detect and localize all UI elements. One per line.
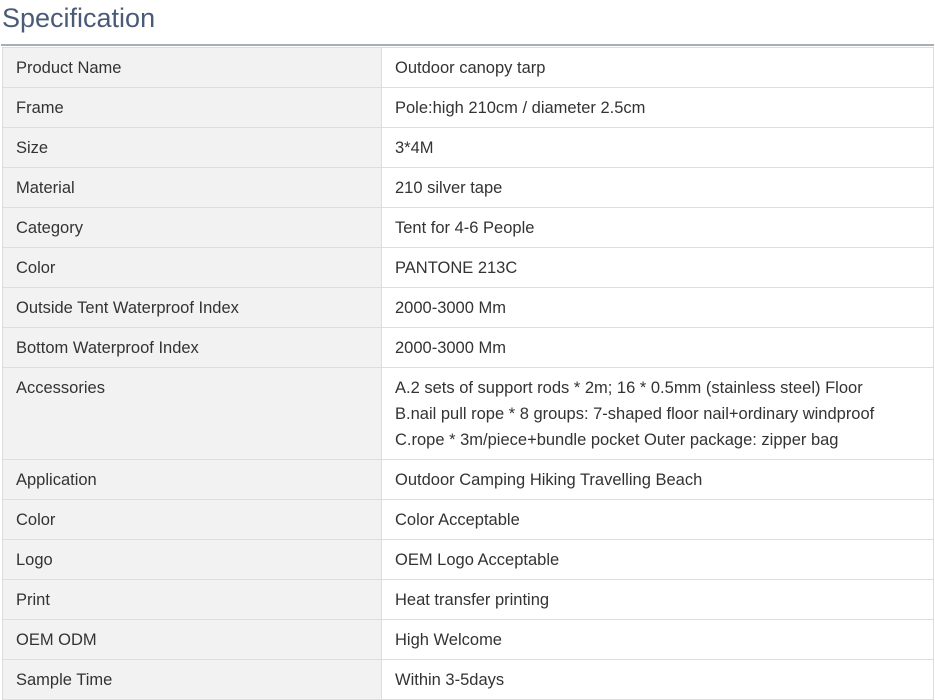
row-value: PANTONE 213C: [381, 247, 934, 288]
row-value: 210 silver tape: [381, 167, 934, 208]
table-row: OEM ODM High Welcome: [2, 619, 934, 660]
row-label: OEM ODM: [2, 619, 382, 660]
row-value: 2000-3000 Mm: [381, 287, 934, 328]
row-value: Tent for 4-6 People: [381, 207, 934, 248]
row-label: Accessories: [2, 367, 382, 460]
value-line: A.2 sets of support rods * 2m; 16 * 0.5m…: [395, 379, 863, 397]
table-row: Product Name Outdoor canopy tarp: [2, 47, 934, 88]
row-value: A.2 sets of support rods * 2m; 16 * 0.5m…: [381, 367, 934, 460]
table-row: Frame Pole:high 210cm / diameter 2.5cm: [2, 87, 934, 128]
table-row: Sample Time Within 3-5days: [2, 659, 934, 700]
row-value: Heat transfer printing: [381, 579, 934, 620]
value-line: B.nail pull rope * 8 groups: 7-shaped fl…: [395, 405, 875, 423]
table-row: Bottom Waterproof Index 2000-3000 Mm: [2, 327, 934, 368]
row-value: 2000-3000 Mm: [381, 327, 934, 368]
title-divider: [1, 44, 934, 46]
row-label: Product Name: [2, 47, 382, 88]
row-label: Sample Time: [2, 659, 382, 700]
row-value: Within 3-5days: [381, 659, 934, 700]
row-label: Outside Tent Waterproof Index: [2, 287, 382, 328]
page-title: Specification: [2, 3, 156, 33]
specification-table: Product Name Outdoor canopy tarp Frame P…: [2, 47, 934, 700]
row-label: Category: [2, 207, 382, 248]
row-value: Outdoor Camping Hiking Travelling Beach: [381, 459, 934, 500]
row-label: Color: [2, 247, 382, 288]
row-label: Material: [2, 167, 382, 208]
row-value: 3*4M: [381, 127, 934, 168]
specification-page: Specification Product Name Outdoor canop…: [0, 0, 935, 700]
row-label: Bottom Waterproof Index: [2, 327, 382, 368]
row-label: Frame: [2, 87, 382, 128]
row-label: Application: [2, 459, 382, 500]
table-row: Logo OEM Logo Acceptable: [2, 539, 934, 580]
row-label: Size: [2, 127, 382, 168]
table-row: Accessories A.2 sets of support rods * 2…: [2, 367, 934, 460]
row-value: High Welcome: [381, 619, 934, 660]
row-value: OEM Logo Acceptable: [381, 539, 934, 580]
value-line: C.rope * 3m/piece+bundle pocket Outer pa…: [395, 431, 839, 449]
table-row: Print Heat transfer printing: [2, 579, 934, 620]
table-row: Outside Tent Waterproof Index 2000-3000 …: [2, 287, 934, 328]
row-label: Color: [2, 499, 382, 540]
table-row: Application Outdoor Camping Hiking Trave…: [2, 459, 934, 500]
row-label: Print: [2, 579, 382, 620]
table-row: Color Color Acceptable: [2, 499, 934, 540]
row-label: Logo: [2, 539, 382, 580]
table-row: Size 3*4M: [2, 127, 934, 168]
table-row: Color PANTONE 213C: [2, 247, 934, 288]
row-value: Pole:high 210cm / diameter 2.5cm: [381, 87, 934, 128]
row-value: Color Acceptable: [381, 499, 934, 540]
row-value: Outdoor canopy tarp: [381, 47, 934, 88]
table-row: Material 210 silver tape: [2, 167, 934, 208]
table-row: Category Tent for 4-6 People: [2, 207, 934, 248]
